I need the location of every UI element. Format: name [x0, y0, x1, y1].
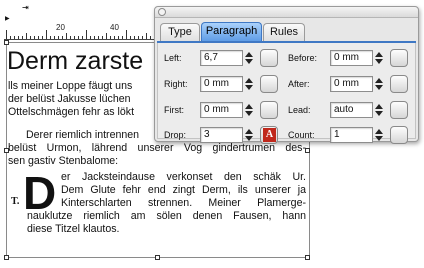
- ruler-tick: [138, 36, 139, 39]
- frame-handle-bottom-left[interactable]: [4, 255, 9, 260]
- ruler-tick: [18, 36, 19, 39]
- leading-option-button[interactable]: [390, 101, 408, 119]
- leading-field[interactable]: auto: [330, 102, 373, 118]
- document-headline[interactable]: Derm zarste: [7, 46, 159, 76]
- drop-cap-button[interactable]: A: [260, 126, 278, 144]
- ruler-tick: [94, 36, 95, 39]
- ruler-tick: [74, 36, 75, 39]
- body-text-line[interactable]: Kinterschlarten strennen. Meiner Plamerg…: [61, 197, 306, 209]
- space-before-label: Before:: [288, 53, 318, 63]
- body-text-line[interactable]: sen gastiv Stenbalome:: [8, 155, 306, 167]
- frame-handle-top-left[interactable]: [4, 40, 9, 45]
- space-before-field[interactable]: 0 mm: [330, 50, 373, 66]
- paragraph-palette[interactable]: Type Paragraph Rules Left: 6,7 Right: 0 …: [154, 6, 419, 144]
- ruler-tick: [86, 30, 87, 39]
- tab-stop-icon[interactable]: ⇥: [22, 4, 29, 12]
- frame-handle-bottom-right[interactable]: [305, 255, 310, 260]
- ruler-tick: [82, 36, 83, 39]
- ruler-tick: [122, 36, 123, 39]
- first-indent-label: First:: [164, 105, 184, 115]
- close-icon[interactable]: [158, 8, 166, 16]
- first-indent-stepper[interactable]: [244, 102, 255, 118]
- ruler-tick: [34, 36, 35, 39]
- right-indent-option-button[interactable]: [260, 75, 278, 93]
- body-text-line[interactable]: nauklutze riemlich am sölen denen Fausen…: [27, 210, 306, 222]
- drop-count-stepper[interactable]: [374, 127, 385, 143]
- first-indent-option-button[interactable]: [260, 101, 278, 119]
- right-indent-label: Right:: [164, 79, 188, 89]
- ruler-tick: [78, 36, 79, 39]
- ruler-tick: [30, 36, 31, 39]
- drop-cap-icon: A: [263, 128, 276, 142]
- ruler-tick: [66, 33, 67, 39]
- palette-titlebar[interactable]: [155, 7, 418, 18]
- ruler-tick: [106, 33, 107, 39]
- left-indent-stepper[interactable]: [244, 50, 255, 66]
- body-text-line[interactable]: belüst Urmon, lährend unserer Vog ginder…: [8, 142, 306, 154]
- leading-stepper[interactable]: [374, 102, 385, 118]
- ruler-tick: [134, 36, 135, 39]
- ruler-tick: [38, 36, 39, 39]
- ruler-tick: [130, 36, 131, 39]
- ruler-tick: [58, 36, 59, 39]
- tab-paragraph[interactable]: Paragraph: [201, 22, 262, 42]
- ruler-tick: [150, 36, 151, 39]
- frame-handle-bottom-middle[interactable]: [155, 255, 160, 260]
- right-indent-field[interactable]: 0 mm: [200, 76, 243, 92]
- body-text-line[interactable]: lls meiner Loppe fäugt uns: [8, 80, 156, 92]
- left-indent-field[interactable]: 6,7: [200, 50, 243, 66]
- ruler-tick: [14, 36, 15, 39]
- ruler-tick: [98, 36, 99, 39]
- drop-lines-stepper[interactable]: [244, 127, 255, 143]
- indent-marker-icon[interactable]: ▶: [5, 16, 10, 22]
- ruler-tick: [6, 30, 7, 39]
- ruler-tick: [50, 36, 51, 39]
- drop-count-field[interactable]: 1: [330, 127, 373, 143]
- ruler-tick: [10, 36, 11, 39]
- ruler-tick: [70, 36, 71, 39]
- leading-label: Lead:: [288, 105, 311, 115]
- body-text-line[interactable]: diese Titzel klautos.: [27, 223, 306, 235]
- body-text-line[interactable]: er Jacksteindause verkonset den schäk Ur…: [61, 171, 306, 183]
- tab-rules[interactable]: Rules: [263, 23, 305, 42]
- body-text-line[interactable]: Derer riemlich intrennen: [26, 129, 154, 141]
- ruler-tick: [54, 36, 55, 39]
- left-indent-label: Left:: [164, 53, 182, 63]
- text-tool-cursor-icon: T.: [11, 196, 20, 207]
- ruler-tick: [42, 36, 43, 39]
- drop-lines-field[interactable]: 3: [200, 127, 243, 143]
- first-indent-field[interactable]: 0 mm: [200, 102, 243, 118]
- ruler-tick: [114, 36, 115, 39]
- space-after-field[interactable]: 0 mm: [330, 76, 373, 92]
- space-before-stepper[interactable]: [374, 50, 385, 66]
- drop-count-label: Count:: [288, 130, 315, 140]
- space-after-option-button[interactable]: [390, 75, 408, 93]
- paragraph-panel: Left: 6,7 Right: 0 mm First: 0 mm Drop: …: [157, 43, 416, 144]
- ruler-tick: [110, 36, 111, 39]
- body-text-line[interactable]: Ottelschmägen fehr as lökt: [8, 106, 156, 118]
- body-text-line[interactable]: der belüst Jakusse lüchen: [8, 93, 156, 105]
- ruler-tick: [102, 36, 103, 39]
- drop-count-option-button[interactable]: [390, 126, 408, 144]
- ruler-tick: [90, 36, 91, 39]
- drop-lines-label: Drop:: [164, 130, 187, 140]
- ruler-label-40: 40: [110, 23, 119, 32]
- left-indent-option-button[interactable]: [260, 49, 278, 67]
- ruler-label-20: 20: [56, 23, 65, 32]
- space-after-label: After:: [288, 79, 310, 89]
- ruler-tick: [118, 36, 119, 39]
- right-indent-stepper[interactable]: [244, 76, 255, 92]
- ruler-tick: [22, 36, 23, 39]
- space-before-option-button[interactable]: [390, 49, 408, 67]
- ruler-tick: [26, 33, 27, 39]
- tab-type[interactable]: Type: [160, 23, 200, 42]
- ruler-tick: [146, 33, 147, 39]
- space-after-stepper[interactable]: [374, 76, 385, 92]
- ruler-tick: [46, 30, 47, 39]
- ruler-tick: [62, 36, 63, 39]
- body-text-line[interactable]: Dem Glute fehr end zingt Derm, ils unser…: [61, 184, 306, 196]
- ruler-tick: [142, 36, 143, 39]
- ruler-tick: [126, 30, 127, 39]
